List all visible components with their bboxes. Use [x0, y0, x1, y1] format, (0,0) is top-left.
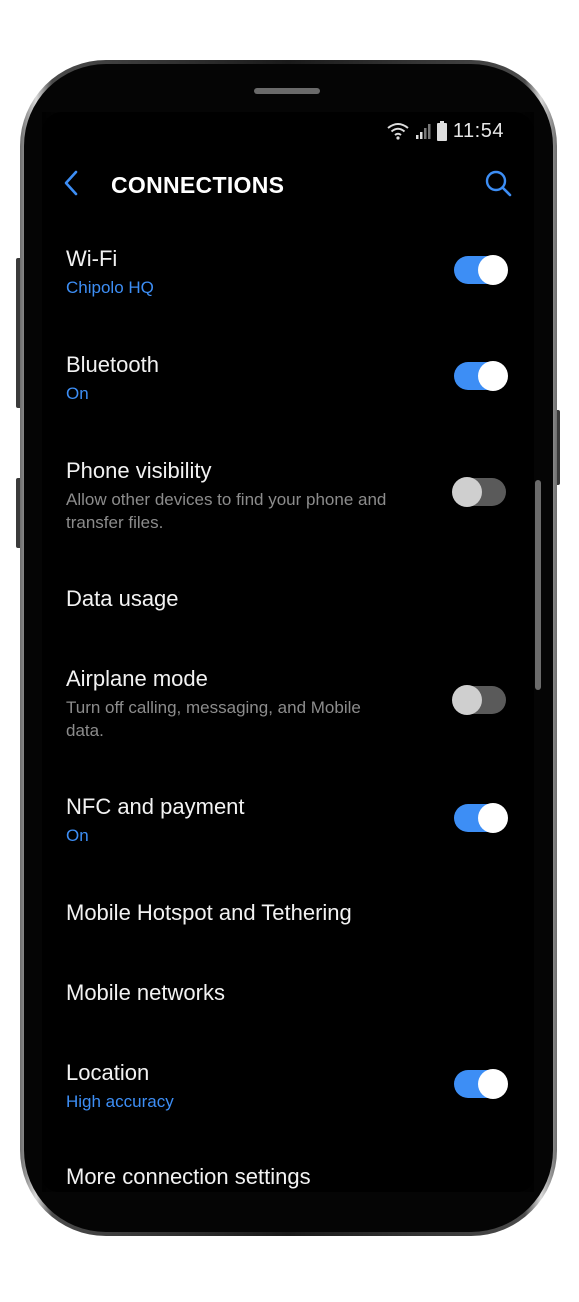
- setting-subtitle: On: [66, 384, 89, 403]
- status-time: 11:54: [452, 119, 504, 142]
- setting-description: Allow other devices to find your phone a…: [66, 490, 387, 532]
- signal-icon: [415, 122, 431, 140]
- scrollbar[interactable]: [535, 480, 541, 690]
- setting-subtitle: On: [66, 826, 89, 845]
- toggle-knob: [452, 685, 482, 715]
- back-button[interactable]: [56, 170, 86, 200]
- setting-location[interactable]: Location High accuracy: [42, 1046, 534, 1136]
- setting-title: Bluetooth: [66, 352, 159, 377]
- setting-title: Airplane mode: [66, 666, 208, 691]
- setting-phone-visibility[interactable]: Phone visibility Allow other devices to …: [42, 444, 534, 554]
- setting-title: Phone visibility: [66, 458, 212, 483]
- setting-mobile-hotspot[interactable]: Mobile Hotspot and Tethering: [42, 888, 534, 948]
- battery-icon: [436, 121, 447, 141]
- setting-title: More connection settings: [66, 1164, 311, 1189]
- setting-title: NFC and payment: [66, 794, 245, 819]
- search-icon: [484, 169, 512, 202]
- back-arrow-icon: [63, 170, 79, 201]
- phone-screen: 11:54 CONNECTIONS Wi-Fi Chipolo HQ Bluet…: [42, 112, 534, 1192]
- setting-title: Wi-Fi: [66, 246, 118, 271]
- setting-data-usage[interactable]: Data usage: [42, 574, 534, 634]
- setting-subtitle: High accuracy: [66, 1092, 174, 1111]
- setting-title: Mobile networks: [66, 980, 225, 1005]
- setting-description: Turn off calling, messaging, and Mobile …: [66, 698, 361, 740]
- setting-wifi[interactable]: Wi-Fi Chipolo HQ: [42, 232, 534, 322]
- setting-airplane-mode[interactable]: Airplane mode Turn off calling, messagin…: [42, 652, 534, 762]
- toggle-knob: [452, 477, 482, 507]
- setting-title: Mobile Hotspot and Tethering: [66, 900, 352, 925]
- status-bar: 11:54: [387, 120, 504, 142]
- toggle-knob: [478, 361, 508, 391]
- nfc-toggle[interactable]: [454, 803, 508, 833]
- setting-nfc-payment[interactable]: NFC and payment On: [42, 780, 534, 870]
- phone-visibility-toggle[interactable]: [452, 477, 506, 507]
- earpiece-speaker: [254, 88, 320, 94]
- toggle-knob: [478, 803, 508, 833]
- setting-mobile-networks[interactable]: Mobile networks: [42, 968, 534, 1028]
- bluetooth-toggle[interactable]: [454, 361, 508, 391]
- setting-title: Data usage: [66, 586, 179, 611]
- setting-bluetooth[interactable]: Bluetooth On: [42, 338, 534, 428]
- setting-subtitle: Chipolo HQ: [66, 278, 154, 297]
- location-toggle[interactable]: [454, 1069, 508, 1099]
- setting-title: Location: [66, 1060, 150, 1085]
- wifi-icon: [387, 122, 409, 140]
- app-bar: CONNECTIONS: [42, 164, 534, 208]
- wifi-toggle[interactable]: [454, 255, 508, 285]
- setting-more-connections[interactable]: More connection settings: [42, 1152, 534, 1192]
- toggle-knob: [478, 255, 508, 285]
- search-button[interactable]: [482, 169, 514, 201]
- page-title: CONNECTIONS: [111, 172, 285, 198]
- airplane-mode-toggle[interactable]: [452, 685, 506, 715]
- device-mockup: 11:54 CONNECTIONS Wi-Fi Chipolo HQ Bluet…: [0, 0, 579, 1302]
- toggle-knob: [478, 1069, 508, 1099]
